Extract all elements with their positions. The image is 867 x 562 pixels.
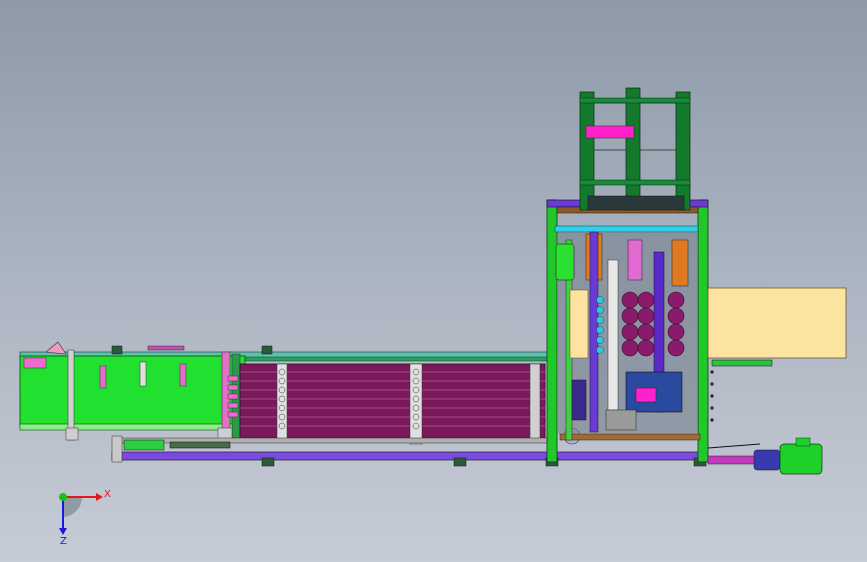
infeed-foot-1 [65,427,79,441]
bearing-column-left [276,363,288,441]
triad-y-origin [59,493,67,501]
outfeed-panel [707,287,847,359]
infeed-body [19,355,246,427]
coordinate-triad[interactable]: X Z [59,489,111,547]
roller-bank [227,363,546,445]
infeed-clamp-3 [179,363,187,387]
gantry-post-right [675,91,691,211]
cap-1 [111,345,123,355]
bearing-column-mid [409,363,423,445]
purple-shaft-1 [589,231,599,433]
cad-viewport[interactable]: X Z [0,0,867,562]
chain-guard [169,441,231,449]
tower-post-right [697,199,709,463]
infeed-hopper-flap [45,341,67,355]
tower-post-left [546,199,558,463]
tower-frame [546,199,847,463]
outfeed-drive [707,437,823,475]
infeed-panel-left [569,289,589,359]
drive-motor-small [123,439,165,451]
small-motor-left [571,379,587,421]
white-shaft [607,259,619,411]
infeed-front-lip [19,423,241,431]
triad-x-arrow [96,493,103,501]
infeed-handle [147,345,185,351]
gantry-dark-block [587,195,685,211]
infeed-top-rail-2 [239,356,551,362]
cap-2 [261,345,273,355]
infeed-clamp-2 [139,361,147,387]
infeed-clamp-1 [99,365,107,389]
bearing-column-right [529,363,541,441]
infeed-post-1 [67,349,75,441]
outfeed-shaft [707,455,759,465]
gantry-mid-bar [579,179,691,186]
grey-unit [605,409,637,431]
tower-lower-beam [559,433,701,441]
orange-block-right [671,239,689,287]
gantry-magenta-cylinder [585,125,635,139]
right-bolts [710,370,714,422]
base-foot-2 [453,457,467,467]
gearbox [753,449,781,471]
outfeed-rail [711,359,773,367]
motor-cable [707,443,761,449]
infeed-pink-block [23,357,47,369]
gantry-top-bar [579,97,691,104]
tower-cyan-beam [554,225,699,233]
gantry-post-mid [625,87,641,211]
triad-z-arrow [59,528,67,535]
gripper [627,239,643,281]
base-foot-1 [261,457,275,467]
triad-z-label: Z [60,536,67,547]
upper-gantry [579,87,691,211]
base-leg-left [111,435,123,463]
triad-shadow [63,497,83,517]
motor-terminal [795,437,811,447]
gantry-post-left [579,91,595,211]
main-motor [779,443,823,475]
green-cylinder [555,243,575,281]
triad-x-label: X [104,489,111,500]
base-beam [111,451,703,461]
magenta-actuator [635,387,657,403]
